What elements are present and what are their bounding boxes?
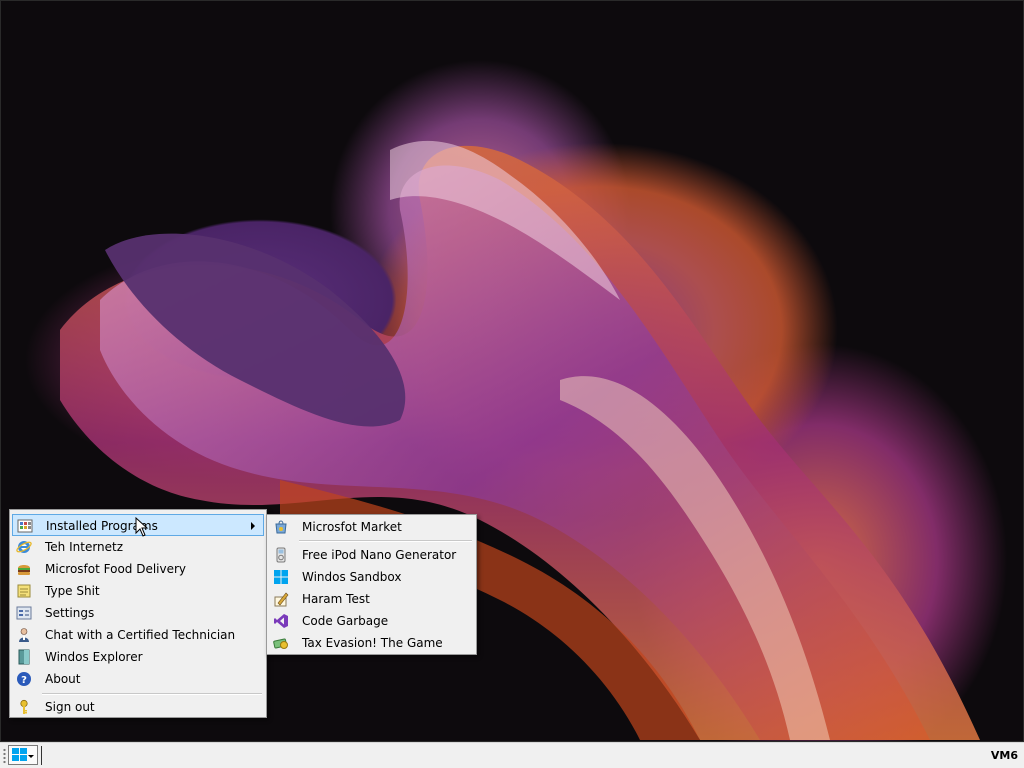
- submenu-item-microsfot-market[interactable]: Microsfot Market: [269, 516, 474, 538]
- menu-item-food-delivery[interactable]: Microsfot Food Delivery: [12, 558, 264, 580]
- submenu-item-haram-test[interactable]: Haram Test: [269, 588, 474, 610]
- start-button[interactable]: [8, 745, 38, 765]
- installed-programs-icon: [17, 519, 33, 533]
- menu-item-label: Windos Sandbox: [302, 570, 402, 584]
- svg-text:?: ?: [21, 675, 27, 686]
- menu-item-label: Code Garbage: [302, 614, 389, 628]
- pen-paper-icon: [274, 592, 289, 607]
- windows-logo-icon: [274, 570, 288, 584]
- menu-item-label: Microsfot Food Delivery: [45, 562, 187, 576]
- submenu-item-tax-evasion[interactable]: Tax Evasion! The Game: [269, 632, 474, 654]
- menu-separator: [299, 540, 472, 542]
- menu-item-type-shit[interactable]: Type Shit: [12, 580, 264, 602]
- installed-programs-submenu: Microsfot Market Free iPod Nano Generato…: [266, 514, 477, 655]
- menu-item-label: Free iPod Nano Generator: [302, 548, 457, 562]
- menu-item-label: Tax Evasion! The Game: [302, 636, 443, 650]
- menu-item-label: Sign out: [45, 700, 95, 714]
- submenu-item-windos-sandbox[interactable]: Windos Sandbox: [269, 566, 474, 588]
- menu-item-label: Teh Internetz: [45, 540, 124, 554]
- taskbar-divider: [41, 746, 42, 765]
- submenu-item-ipod-nano-generator[interactable]: Free iPod Nano Generator: [269, 544, 474, 566]
- visual-studio-icon: [274, 614, 288, 628]
- menu-item-chat-technician[interactable]: Chat with a Certified Technician: [12, 624, 264, 646]
- machine-label: VM6: [990, 749, 1018, 762]
- menu-item-sign-out[interactable]: Sign out: [12, 696, 264, 718]
- menu-item-label: Chat with a Certified Technician: [45, 628, 236, 642]
- help-icon: ?: [17, 672, 31, 686]
- menu-item-label: Microsfot Market: [302, 520, 402, 534]
- menu-item-teh-internetz[interactable]: Teh Internetz: [12, 536, 264, 558]
- windows-logo-icon: [12, 748, 27, 761]
- menu-item-windos-explorer[interactable]: Windos Explorer: [12, 646, 264, 668]
- technician-icon: [19, 628, 29, 642]
- ipod-icon: [276, 547, 286, 563]
- taskbar: VM6: [0, 742, 1024, 768]
- menu-item-settings[interactable]: Settings: [12, 602, 264, 624]
- menu-item-label: Type Shit: [45, 584, 100, 598]
- menu-item-label: Haram Test: [302, 592, 370, 606]
- chevron-down-icon: [28, 755, 34, 758]
- burger-icon: [18, 565, 30, 575]
- money-icon: [273, 638, 288, 649]
- submenu-item-code-garbage[interactable]: Code Garbage: [269, 610, 474, 632]
- menu-item-label: About: [45, 672, 81, 686]
- start-menu: Installed Programs Teh Internetz Microsf…: [9, 509, 267, 718]
- taskbar-grip[interactable]: [3, 748, 6, 764]
- market-icon: [275, 520, 287, 534]
- settings-icon: [16, 606, 32, 620]
- menu-item-label: Settings: [45, 606, 95, 620]
- internet-explorer-icon: [16, 541, 32, 553]
- mouse-cursor-icon: [135, 517, 149, 537]
- menu-item-about[interactable]: ? About: [12, 668, 264, 690]
- menu-separator: [42, 693, 262, 695]
- notepad-icon: [17, 584, 31, 598]
- explorer-icon: [18, 649, 30, 665]
- key-icon: [20, 699, 28, 714]
- submenu-arrow-icon: [251, 522, 255, 530]
- menu-item-label: Windos Explorer: [45, 650, 143, 664]
